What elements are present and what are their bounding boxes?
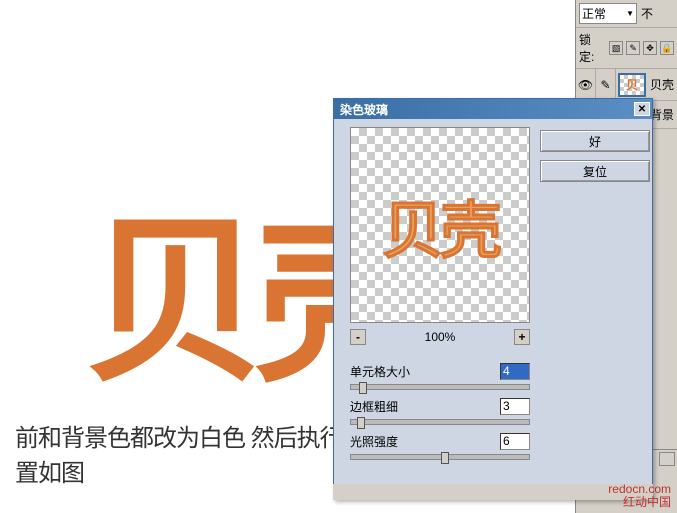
- lock-transparency-icon[interactable]: ▧: [609, 41, 623, 55]
- lock-row: 锁定: ▧ ✎ ✥ 🔒: [576, 28, 677, 69]
- light-slider[interactable]: [350, 454, 530, 460]
- filter-preview[interactable]: 贝壳: [350, 127, 530, 323]
- border-input[interactable]: 3: [500, 398, 530, 415]
- layer-name[interactable]: 贝壳: [650, 76, 674, 93]
- light-label: 光照强度: [350, 433, 398, 450]
- dialog-title: 染色玻璃: [336, 101, 388, 118]
- cell-size-row: 单元格大小 4: [350, 363, 530, 380]
- ok-button[interactable]: 好: [540, 130, 650, 152]
- blend-mode-select[interactable]: 正常: [579, 3, 637, 24]
- layer-thumbnail[interactable]: 贝: [618, 73, 646, 97]
- layer-name[interactable]: 背景: [650, 106, 674, 123]
- layer-row-text[interactable]: 👁 ✎ 贝 贝壳: [576, 69, 677, 101]
- lock-label: 锁定:: [579, 31, 606, 65]
- zoom-controls: - 100% +: [350, 329, 530, 345]
- zoom-in-button[interactable]: +: [514, 329, 530, 345]
- dialog-titlebar[interactable]: 染色玻璃 ✕: [334, 99, 652, 119]
- border-label: 边框粗细: [350, 398, 398, 415]
- lock-paint-icon[interactable]: ✎: [626, 41, 640, 55]
- dialog-buttons: 好 复位: [540, 130, 655, 190]
- opacity-label: 不: [641, 5, 653, 22]
- lock-move-icon[interactable]: ✥: [643, 41, 657, 55]
- close-button[interactable]: ✕: [634, 102, 650, 116]
- link-toggle[interactable]: ✎: [596, 69, 616, 100]
- reset-button[interactable]: 复位: [540, 160, 650, 182]
- cell-size-input[interactable]: 4: [500, 363, 530, 380]
- zoom-level: 100%: [425, 330, 456, 344]
- border-row: 边框粗细 3: [350, 398, 530, 415]
- lock-all-icon[interactable]: 🔒: [660, 41, 674, 55]
- cell-size-slider[interactable]: [350, 384, 530, 390]
- visibility-toggle[interactable]: 👁: [576, 69, 596, 100]
- watermark: redocn.com 红动中国: [608, 483, 671, 509]
- border-slider[interactable]: [350, 419, 530, 425]
- preview-content: 贝壳: [382, 180, 498, 270]
- cell-size-label: 单元格大小: [350, 363, 410, 380]
- delete-layer-icon[interactable]: [659, 452, 675, 466]
- blend-mode-value: 正常: [582, 5, 606, 22]
- zoom-out-button[interactable]: -: [350, 329, 366, 345]
- light-input[interactable]: 6: [500, 433, 530, 450]
- horizontal-scrollbar[interactable]: [333, 484, 653, 500]
- light-row: 光照强度 6: [350, 433, 530, 450]
- blend-mode-row: 正常 不: [576, 0, 677, 28]
